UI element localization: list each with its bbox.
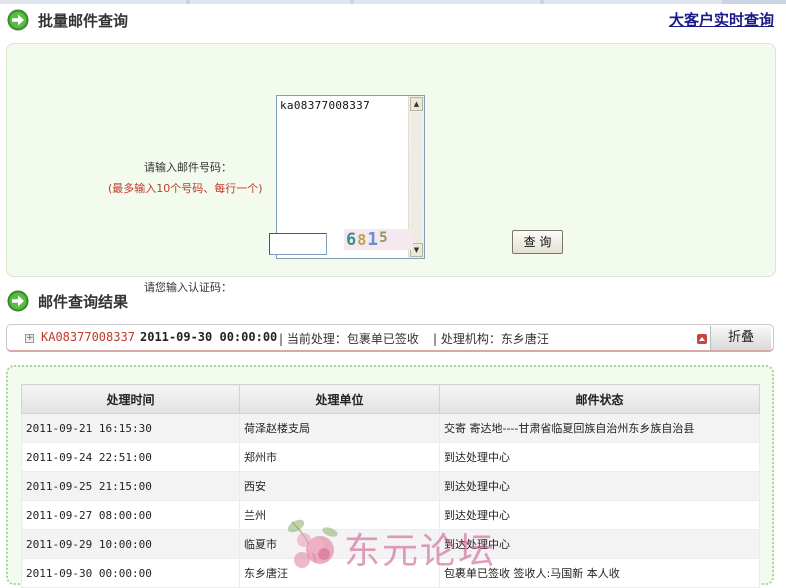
scrollbar-track[interactable] xyxy=(411,112,422,242)
col-header-time: 处理时间 xyxy=(21,384,240,414)
row-unit: 郑州市 xyxy=(239,442,440,472)
row-time: 2011-09-27 08:00:00 xyxy=(21,500,240,530)
table-row: 2011-09-30 00:00:00 东乡唐汪 包裹单已签收 签收人:马国新 … xyxy=(21,558,760,588)
row-unit: 西安 xyxy=(239,471,440,501)
captcha-char: 6 xyxy=(346,230,358,250)
row-time: 2011-09-24 22:51:00 xyxy=(21,442,240,472)
table-row: 2011-09-27 08:00:00 兰州 到达处理中心 xyxy=(21,500,760,530)
table-header-row: 处理时间 处理单位 邮件状态 xyxy=(21,384,760,414)
table-row: 2011-09-29 10:00:00 临夏市 到达处理中心 xyxy=(21,529,760,559)
captcha-image[interactable]: 6815 xyxy=(344,229,413,250)
result-summary-bar: + KA08377008337 2011-09-30 00:00:00 | 当前… xyxy=(6,324,774,352)
col-header-unit: 处理单位 xyxy=(239,384,440,414)
row-time: 2011-09-21 16:15:30 xyxy=(21,413,240,443)
current-status: | 当前处理：包裹单已签收 xyxy=(279,332,419,346)
batch-query-title: 批量邮件查询 xyxy=(38,11,129,30)
table-row: 2011-09-24 22:51:00 郑州市 到达处理中心 xyxy=(21,442,760,472)
row-status: 包裹单已签收 签收人:马国新 本人收 xyxy=(439,558,760,588)
processing-org: | 处理机构：东乡唐汪 xyxy=(433,332,549,346)
scroll-up-arrow-icon[interactable]: ▲ xyxy=(410,97,423,111)
captcha-char: 5 xyxy=(379,230,389,246)
table-row: 2011-09-25 21:15:00 西安 到达处理中心 xyxy=(21,471,760,501)
row-time: 2011-09-29 10:00:00 xyxy=(21,529,240,559)
captcha-char: 8 xyxy=(357,231,368,249)
result-header: 邮件查询结果 xyxy=(7,289,128,313)
table-row: 2011-09-21 16:15:30 荷泽赵楼支局 交寄 寄达地----甘肃省… xyxy=(21,413,760,443)
row-status: 交寄 寄达地----甘肃省临夏回族自治州东乡族自治县 xyxy=(439,413,760,443)
captcha-char: 1 xyxy=(367,229,380,250)
summary-datetime: 2011-09-30 00:00:00 xyxy=(140,330,278,344)
mail-number-label: 请输入邮件号码： xyxy=(144,161,232,174)
row-status: 到达处理中心 xyxy=(439,529,760,559)
batch-query-header: 批量邮件查询 xyxy=(7,8,128,32)
top-tab-strip xyxy=(0,0,786,4)
expand-plus-icon[interactable]: + xyxy=(25,334,34,343)
row-status: 到达处理中心 xyxy=(439,500,760,530)
verification-code-input[interactable] xyxy=(269,233,327,255)
tracking-table: 处理时间 处理单位 邮件状态 2011-09-21 16:15:30 荷泽赵楼支… xyxy=(21,384,760,588)
row-status: 到达处理中心 xyxy=(439,442,760,472)
arrow-right-circle-icon xyxy=(7,290,29,312)
row-time: 2011-09-25 21:15:00 xyxy=(21,471,240,501)
arrow-right-circle-icon xyxy=(7,9,29,31)
row-unit: 临夏市 xyxy=(239,529,440,559)
collapse-icon[interactable] xyxy=(697,334,707,344)
result-title: 邮件查询结果 xyxy=(38,292,129,311)
tracking-number: KA08377008337 xyxy=(41,330,135,344)
big-customer-realtime-link[interactable]: 大客户实时查询 xyxy=(669,9,774,30)
mail-number-textarea-value: ka08377008337 xyxy=(280,99,370,112)
mail-number-note: (最多输入10个号码、每行一个) xyxy=(108,182,263,195)
row-unit: 东乡唐汪 xyxy=(239,558,440,588)
row-time: 2011-09-30 00:00:00 xyxy=(21,558,240,588)
row-unit: 荷泽赵楼支局 xyxy=(239,413,440,443)
result-panel: 处理时间 处理单位 邮件状态 2011-09-21 16:15:30 荷泽赵楼支… xyxy=(6,365,774,588)
col-header-status: 邮件状态 xyxy=(439,384,760,414)
verification-code-label: 请您输入认证码： xyxy=(144,281,232,294)
fold-button[interactable]: 折叠 xyxy=(710,326,771,350)
row-status: 到达处理中心 xyxy=(439,471,760,501)
query-button[interactable]: 查 询 xyxy=(512,230,563,254)
row-unit: 兰州 xyxy=(239,500,440,530)
